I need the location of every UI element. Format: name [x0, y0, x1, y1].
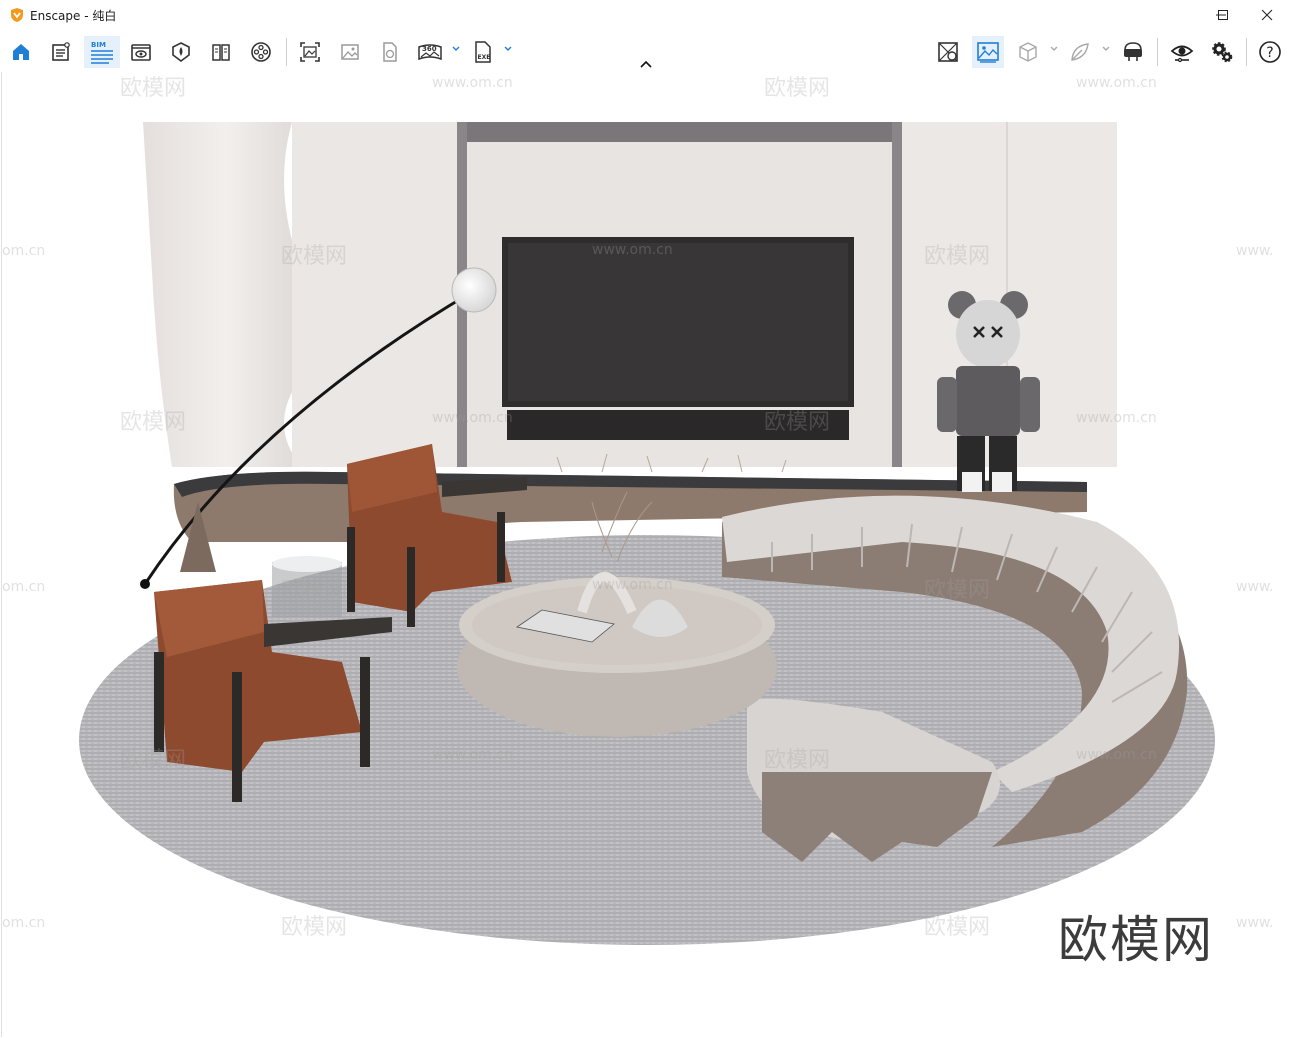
- toolbar-separator: [1246, 38, 1247, 66]
- view-icon: [131, 44, 151, 61]
- watermark-logo: 欧模网: [1058, 911, 1214, 969]
- visual-settings-button[interactable]: [972, 36, 1004, 68]
- scene-render: [79, 122, 1215, 945]
- lamp-globe: [451, 267, 497, 313]
- watermark-url: www.om.cn: [1076, 75, 1157, 91]
- asset-library-icon: [938, 42, 958, 62]
- watermark-url: www.om.cn: [592, 577, 673, 593]
- close-icon: [1261, 9, 1273, 21]
- video-button[interactable]: [245, 36, 277, 68]
- watermark-text: 欧模网: [764, 748, 831, 773]
- atmosphere-button[interactable]: [165, 36, 197, 68]
- watermark-text: 欧模网: [281, 244, 348, 269]
- screenshot-icon: [300, 42, 320, 62]
- maximize-button[interactable]: [1200, 0, 1246, 30]
- exe-export-button[interactable]: EXE: [467, 36, 499, 68]
- collapse-toolbar-icon[interactable]: [639, 58, 653, 70]
- toolbar-separator: [286, 38, 287, 66]
- chevron-down-icon[interactable]: [1101, 44, 1111, 54]
- watermark-text: 欧模网: [281, 915, 348, 940]
- panorama-360-button[interactable]: 360: [414, 36, 446, 68]
- watermark-url: www.om.cn: [592, 242, 673, 258]
- watermark-url: www.om.cn: [1076, 747, 1157, 763]
- help-label: ?: [1266, 45, 1273, 61]
- exe-label: EXE: [478, 54, 491, 61]
- gear-icon: [1212, 42, 1233, 63]
- leaf-button[interactable]: [1064, 36, 1096, 68]
- leaf-icon: [1071, 43, 1089, 61]
- watermark-url: www.om.cn: [432, 747, 513, 763]
- bim-button[interactable]: BIM: [84, 36, 120, 68]
- bim-label: BIM: [91, 41, 106, 49]
- watermark-url: www.: [1236, 915, 1274, 931]
- image-icon: [341, 44, 359, 60]
- watermark-url: om.cn: [2, 243, 46, 259]
- chevron-down-icon[interactable]: [1049, 44, 1059, 54]
- watermark-text: 欧模网: [120, 410, 187, 435]
- home-icon: [13, 44, 29, 60]
- watermark-url: www.om.cn: [432, 410, 513, 426]
- book-button[interactable]: [205, 36, 237, 68]
- home-button[interactable]: [5, 36, 37, 68]
- view-button[interactable]: [125, 36, 157, 68]
- watermark-text: 欧模网: [764, 76, 831, 101]
- watermark-url: www.: [1236, 579, 1274, 595]
- notes-icon: [52, 42, 70, 61]
- maximize-icon: [1218, 10, 1228, 20]
- watermark-url: om.cn: [2, 915, 46, 931]
- vr-headset-icon: [1124, 42, 1142, 61]
- chevron-down-icon[interactable]: [503, 44, 513, 54]
- toolbar-separator: [1157, 38, 1158, 66]
- image-button[interactable]: [334, 36, 366, 68]
- exe-export-icon: EXE: [475, 41, 491, 63]
- watermark-text: 欧模网: [924, 915, 991, 940]
- help-icon: ?: [1259, 41, 1281, 63]
- title-bar: Enscape - 纯白: [0, 0, 1289, 30]
- video-icon: [251, 42, 271, 62]
- screenshot-button[interactable]: [294, 36, 326, 68]
- book-icon: [212, 44, 230, 61]
- watermark-text: 欧模网: [281, 578, 348, 603]
- panorama-export-button[interactable]: [374, 36, 406, 68]
- panorama-export-icon: [383, 42, 397, 62]
- panorama-360-icon: 360: [418, 44, 442, 61]
- window-title: Enscape - 纯白: [30, 9, 117, 23]
- watermark-url: www.om.cn: [432, 75, 513, 91]
- render-viewport[interactable]: 欧模网 www.om.cn 欧模网 www.om.cn om.cn 欧模网 ww…: [1, 72, 1289, 1037]
- watermark-url: om.cn: [2, 579, 46, 595]
- help-button[interactable]: ?: [1254, 36, 1286, 68]
- cube-icon: [1019, 42, 1037, 62]
- watermark-text: 欧模网: [924, 578, 991, 603]
- chevron-down-icon[interactable]: [451, 44, 461, 54]
- wall-header: [467, 122, 892, 142]
- vr-headset-button[interactable]: [1117, 36, 1149, 68]
- cube-button[interactable]: [1012, 36, 1044, 68]
- bim-icon: BIM: [91, 41, 113, 64]
- enscape-logo-icon: [11, 8, 23, 22]
- watermark-text: 欧模网: [924, 244, 991, 269]
- watermark-url: www.om.cn: [1076, 410, 1157, 426]
- visual-settings-icon: [977, 42, 999, 63]
- close-button[interactable]: [1244, 0, 1289, 30]
- settings-button[interactable]: [1206, 36, 1238, 68]
- watermark-url: www.: [1236, 243, 1274, 259]
- notes-button[interactable]: [45, 36, 77, 68]
- atmosphere-icon: [172, 42, 190, 62]
- eye-settings-icon: [1170, 45, 1194, 63]
- watermark-text: 欧模网: [764, 410, 831, 435]
- eye-settings-button[interactable]: [1166, 36, 1198, 68]
- watermark-text: 欧模网: [120, 76, 187, 101]
- asset-library-button[interactable]: [932, 36, 964, 68]
- wall-trim: [892, 122, 902, 467]
- watermark-text: 欧模网: [120, 748, 187, 773]
